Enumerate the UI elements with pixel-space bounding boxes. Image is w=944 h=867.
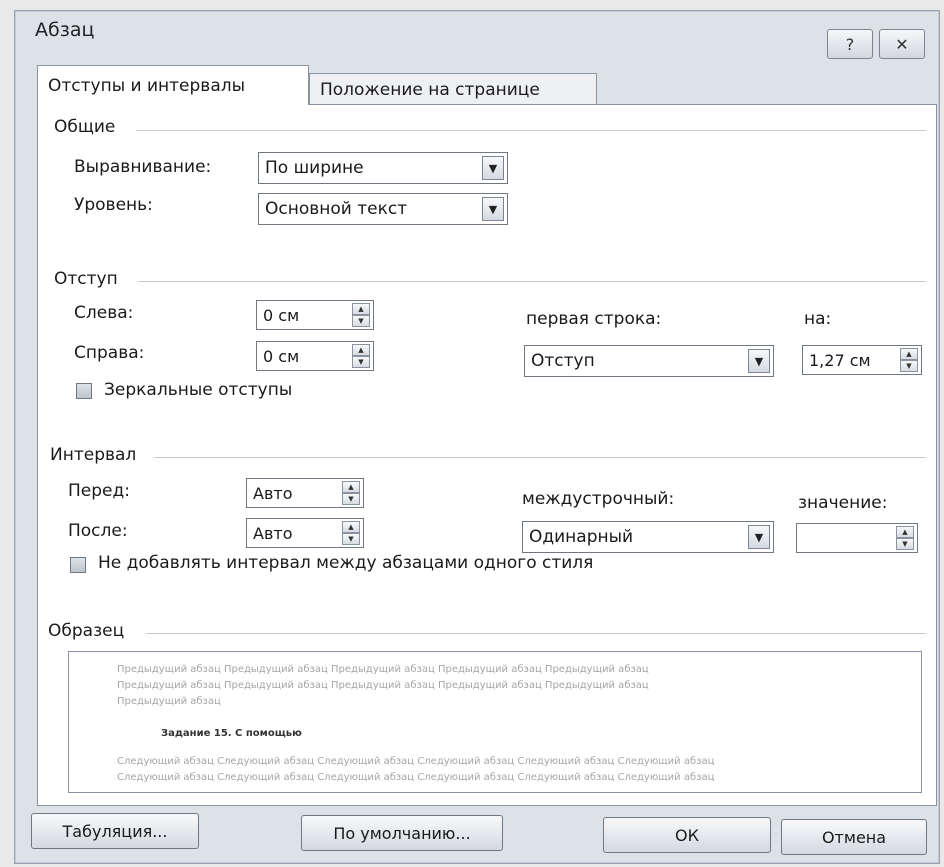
first-line-value: Отступ (531, 351, 595, 371)
spinner-icon[interactable]: ▲ ▼ (342, 521, 360, 545)
ok-button[interactable]: ОК (603, 817, 771, 853)
set-default-button[interactable]: По умолчанию... (301, 815, 503, 851)
general-divider (136, 130, 926, 131)
dropdown-arrow-icon[interactable]: ▼ (482, 156, 504, 180)
level-select[interactable]: Основной текст ▼ (258, 193, 508, 225)
preview-prev-line: Предыдущий абзац Предыдущий абзац Предыд… (117, 680, 649, 691)
dropdown-arrow-icon[interactable]: ▼ (482, 197, 504, 221)
sample-preview: Предыдущий абзац Предыдущий абзац Предыд… (68, 651, 922, 793)
space-before-value: Авто (253, 483, 293, 503)
spinner-icon[interactable]: ▲ ▼ (352, 303, 370, 327)
alignment-label: Выравнивание: (74, 157, 212, 177)
line-spacing-label: междустрочный: (522, 489, 675, 509)
preview-prev-line: Предыдущий абзац (117, 696, 221, 707)
indent-right-label: Справа: (74, 343, 145, 363)
indent-by-input[interactable]: 1,27 см ▲ ▼ (802, 345, 922, 375)
close-icon: ✕ (895, 34, 909, 54)
line-spacing-select[interactable]: Одинарный ▼ (522, 521, 774, 553)
cancel-button[interactable]: Отмена (781, 819, 927, 855)
space-before-input[interactable]: Авто ▲ ▼ (246, 478, 364, 508)
alignment-select[interactable]: По ширине ▼ (258, 152, 508, 184)
indent-left-input[interactable]: 0 см ▲ ▼ (256, 300, 374, 330)
first-line-label: первая строка: (526, 309, 662, 329)
spacing-heading: Интервал (50, 445, 137, 465)
dropdown-arrow-icon[interactable]: ▼ (748, 525, 770, 549)
by-label: на: (804, 309, 832, 329)
spacing-divider (154, 457, 926, 458)
spinner-icon[interactable]: ▲ ▼ (896, 526, 914, 550)
preview-sample-text: Задание 15. С помощью (161, 728, 302, 739)
mirror-indents-checkbox[interactable] (76, 383, 92, 399)
preview-next-line: Следующий абзац Следующий абзац Следующи… (117, 756, 715, 767)
indent-by-value: 1,27 см (809, 350, 871, 370)
general-heading: Общие (54, 117, 116, 137)
indent-right-input[interactable]: 0 см ▲ ▼ (256, 341, 374, 371)
tab-line-page-breaks[interactable]: Положение на странице (309, 73, 597, 105)
level-value: Основной текст (265, 199, 408, 219)
help-button[interactable]: ? (827, 29, 873, 59)
indent-left-label: Слева: (74, 303, 134, 323)
first-line-select[interactable]: Отступ ▼ (524, 345, 774, 377)
sample-divider (146, 633, 926, 634)
indent-heading: Отступ (54, 269, 118, 289)
tab-label: Положение на странице (320, 79, 540, 100)
mirror-indents-label: Зеркальные отступы (104, 380, 293, 400)
tab-panel: Общие Выравнивание: По ширине ▼ Уровень:… (37, 104, 937, 806)
indent-divider (138, 281, 926, 282)
preview-next-line: Следующий абзац Следующий абзац Следующи… (117, 772, 715, 783)
space-after-label: После: (68, 521, 128, 541)
alignment-value: По ширине (265, 158, 364, 178)
no-space-same-style-label: Не добавлять интервал между абзацами одн… (98, 553, 594, 573)
level-label: Уровень: (74, 195, 153, 215)
dropdown-arrow-icon[interactable]: ▼ (748, 349, 770, 373)
space-before-label: Перед: (68, 481, 130, 501)
tabs-button[interactable]: Табуляция... (31, 813, 199, 849)
close-button[interactable]: ✕ (879, 29, 925, 59)
indent-left-value: 0 см (263, 305, 300, 325)
dialog-title: Абзац (35, 19, 95, 41)
no-space-same-style-checkbox[interactable] (70, 557, 86, 573)
sample-heading: Образец (48, 621, 125, 641)
tab-label: Отступы и интервалы (48, 75, 246, 96)
spacing-value-label: значение: (798, 493, 888, 513)
spinner-icon[interactable]: ▲ ▼ (900, 348, 918, 372)
space-after-input[interactable]: Авто ▲ ▼ (246, 518, 364, 548)
spacing-value-input[interactable]: ▲ ▼ (796, 523, 918, 553)
preview-prev-line: Предыдущий абзац Предыдущий абзац Предыд… (117, 664, 649, 675)
spinner-icon[interactable]: ▲ ▼ (352, 344, 370, 368)
spinner-icon[interactable]: ▲ ▼ (342, 481, 360, 505)
tab-indents-spacing[interactable]: Отступы и интервалы (37, 65, 309, 105)
indent-right-value: 0 см (263, 346, 300, 366)
paragraph-dialog: Абзац ? ✕ Отступы и интервалы Положение … (14, 10, 940, 864)
space-after-value: Авто (253, 523, 293, 543)
question-icon: ? (845, 34, 855, 54)
line-spacing-value: Одинарный (529, 527, 634, 547)
